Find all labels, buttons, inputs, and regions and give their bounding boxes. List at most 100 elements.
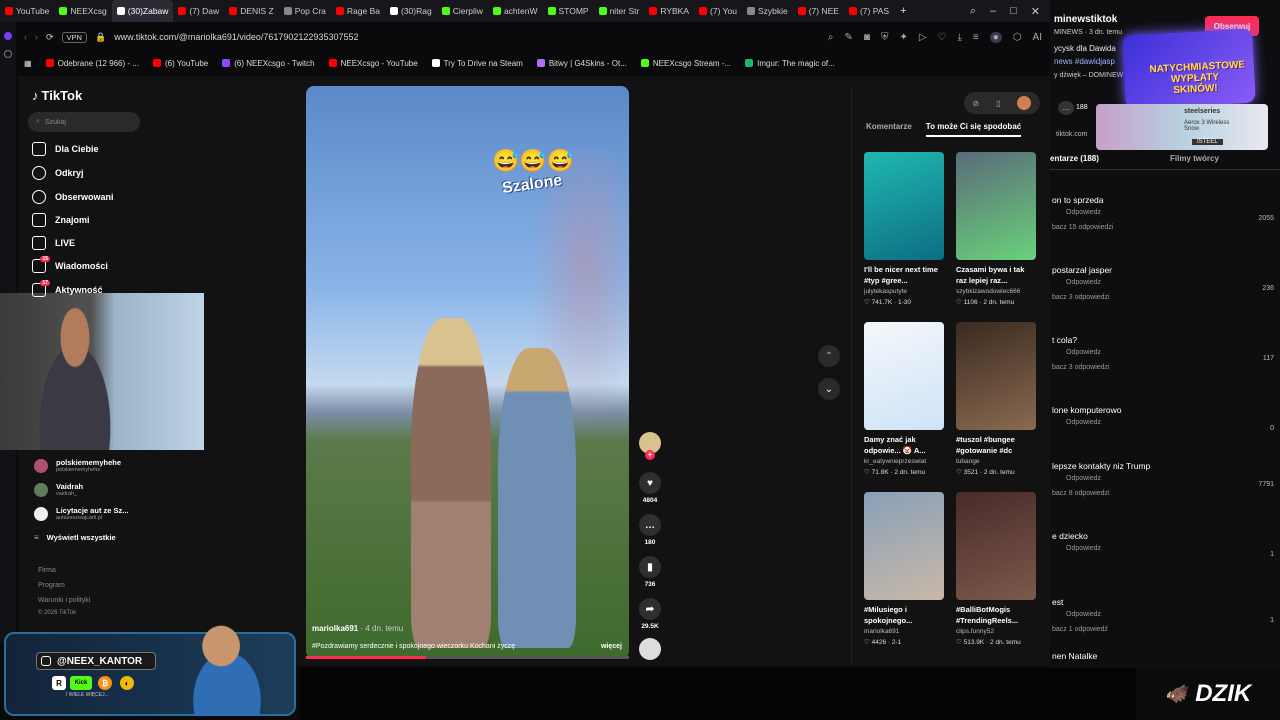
- play-icon[interactable]: ▷: [919, 32, 927, 43]
- view-replies-link[interactable]: bacz 1 odpowiedź: [1050, 626, 1280, 633]
- browser-tab[interactable]: Szybkie: [742, 0, 793, 22]
- apps-grid-icon[interactable]: ▦: [24, 59, 32, 68]
- view-replies-link[interactable]: bacz 8 odpowiedzi: [1050, 490, 1280, 497]
- bookmark-item[interactable]: Bitwy | G4Skins - Ot...: [536, 59, 627, 68]
- previous-video-button[interactable]: ⌃: [818, 345, 840, 367]
- close-icon[interactable]: ✕: [1031, 5, 1040, 18]
- suggested-video-card[interactable]: #tuszol #bungee #gotowanie #dc tubange ♡ 3…: [956, 322, 1036, 476]
- comment-like-count[interactable]: 0: [1270, 425, 1274, 432]
- camera-icon[interactable]: ◙: [864, 32, 870, 43]
- browser-tab[interactable]: RYBKA: [644, 0, 694, 22]
- nav-item[interactable]: Dla Ciebie: [32, 142, 99, 156]
- bookmark-item[interactable]: (6) YouTube: [152, 59, 208, 68]
- following-item[interactable]: polskiememyhehe polskiememyhehe: [34, 458, 121, 473]
- workspace-icon[interactable]: [4, 50, 12, 58]
- comment-like-count[interactable]: 2055: [1258, 215, 1274, 222]
- browser-tab[interactable]: Cierpliw: [437, 0, 488, 22]
- user-avatar[interactable]: [1017, 96, 1032, 110]
- search-input[interactable]: ⌕ Szukaj: [28, 112, 140, 132]
- nav-item[interactable]: LIVE: [32, 236, 75, 250]
- browser-tab[interactable]: STOMP: [543, 0, 594, 22]
- bookmark-item[interactable]: NEEXcsgo - YouTube: [328, 59, 418, 68]
- browser-tab[interactable]: (7) NEE: [793, 0, 844, 22]
- opera-icon[interactable]: [4, 32, 12, 40]
- tab-comments[interactable]: Komentarze: [866, 122, 912, 137]
- browser-tab[interactable]: YouTube: [0, 0, 54, 22]
- reply-link[interactable]: Odpowiedz: [1050, 209, 1280, 216]
- view-replies-link[interactable]: bacz 15 odpowiedzi: [1050, 224, 1280, 231]
- browser-tab[interactable]: achtenW: [488, 0, 543, 22]
- minimize-icon[interactable]: –: [990, 5, 996, 18]
- comment-icon[interactable]: …: [1058, 101, 1074, 115]
- back-icon[interactable]: ‹: [24, 32, 27, 42]
- reply-link[interactable]: Odpowiedz: [1050, 545, 1280, 552]
- suggested-video-card[interactable]: #BalliBotMogis #TrendingReels... clips.fu…: [956, 492, 1036, 646]
- footer-link[interactable]: Program: [38, 582, 65, 589]
- next-video-button[interactable]: ⌄: [818, 378, 840, 400]
- video-author[interactable]: mariolka691 · 4 dn. temu: [312, 624, 403, 633]
- forward-icon[interactable]: ›: [35, 32, 38, 42]
- browser-tab[interactable]: (30)Rag: [385, 0, 437, 22]
- browser-tab[interactable]: Pop Cra: [279, 0, 331, 22]
- bookmark-item[interactable]: Try To Drive na Steam: [431, 59, 523, 68]
- more-link[interactable]: więcej: [601, 643, 622, 650]
- comment-like-count[interactable]: 1: [1270, 617, 1274, 624]
- browser-tab[interactable]: niter Str: [594, 0, 645, 22]
- following-item[interactable]: Vaidrah vaidrah_: [34, 482, 83, 497]
- suggested-video-card[interactable]: Damy znać jak odpowie... 🤡 A... kr_eatywn…: [864, 322, 944, 476]
- reply-link[interactable]: Odpowiedz: [1050, 419, 1280, 426]
- compass-icon[interactable]: ⊘: [972, 99, 979, 108]
- channel-name[interactable]: minewstiktok: [1054, 14, 1117, 25]
- footer-link[interactable]: Warunki i polityki: [38, 597, 90, 604]
- sound-line[interactable]: y dźwięk – DOMINEW: [1054, 72, 1123, 79]
- comment-like-count[interactable]: 236: [1262, 285, 1274, 292]
- browser-tab[interactable]: (7) You: [694, 0, 742, 22]
- url-field[interactable]: www.tiktok.com/@mariolka691/video/761790…: [114, 32, 820, 42]
- author-avatar-button[interactable]: +: [638, 432, 662, 460]
- browser-tab[interactable]: (30)Zabaw: [111, 0, 174, 22]
- download-icon[interactable]: ⤓: [958, 32, 962, 43]
- tiktok-short-url[interactable]: tiktok.com: [1056, 131, 1088, 138]
- bookmark-item[interactable]: Odebrane (12 966) - ...: [45, 59, 139, 68]
- nav-item[interactable]: 15 Wiadomości: [32, 256, 108, 273]
- comment-button[interactable]: … 180: [638, 514, 662, 546]
- sound-disc-button[interactable]: [638, 638, 662, 663]
- menu-icon[interactable]: ≡: [973, 32, 979, 43]
- share-button[interactable]: ➦ 29.5K: [638, 598, 662, 630]
- show-all-following[interactable]: ≡ Wyświetl wszystkie: [34, 533, 116, 542]
- browser-tab[interactable]: NEEXcsg: [54, 0, 111, 22]
- bookmark-item[interactable]: Imgur: The magic of...: [745, 59, 835, 68]
- reply-link[interactable]: Odpowiedz: [1050, 611, 1280, 618]
- tab-overlay-creator-videos[interactable]: Filmy twórcy: [1170, 154, 1219, 163]
- desc-line-2[interactable]: news #dawidjasp: [1054, 57, 1115, 66]
- vpn-badge[interactable]: VPN: [61, 31, 87, 43]
- ai-button[interactable]: AI: [1033, 32, 1042, 43]
- tab-you-may-like[interactable]: To może Ci się spodobać: [925, 122, 1022, 137]
- browser-tab[interactable]: (7) Daw: [173, 0, 224, 22]
- box-icon[interactable]: ⬡: [1013, 32, 1022, 43]
- reload-icon[interactable]: ⟳: [46, 32, 54, 43]
- reply-link[interactable]: Odpowiedz: [1050, 349, 1280, 356]
- search-icon[interactable]: ⌕: [828, 32, 834, 43]
- suggested-video-card[interactable]: Czasami bywa i tak raz lepiej raz... szyb…: [956, 152, 1036, 306]
- nav-item[interactable]: Odkryj: [32, 166, 84, 180]
- tiktok-logo[interactable]: ♪ TikTok: [32, 88, 82, 103]
- following-item[interactable]: Licytacje aut ze Sz... autazeszwajcarii.p…: [34, 506, 129, 521]
- comment-like-count[interactable]: 1: [1270, 551, 1274, 558]
- extension-icon[interactable]: ✦: [899, 32, 907, 43]
- new-tab-icon[interactable]: +: [894, 5, 912, 17]
- search-icon[interactable]: ⌕: [970, 5, 976, 18]
- browser-tab[interactable]: (7) PAS: [844, 0, 894, 22]
- comment-like-count[interactable]: 7791: [1258, 481, 1274, 488]
- like-button[interactable]: ♥ 4804: [638, 472, 662, 504]
- view-replies-link[interactable]: bacz 3 odpowiedzi: [1050, 294, 1280, 301]
- comment-like-count[interactable]: 117: [1263, 355, 1274, 362]
- nav-item[interactable]: Obserwowani: [32, 190, 114, 204]
- bookmark-item[interactable]: NEEXcsgo Stream -...: [640, 59, 731, 68]
- heart-icon[interactable]: ♡: [938, 32, 947, 43]
- nav-item[interactable]: 17 Aktywność: [32, 280, 103, 297]
- browser-tab[interactable]: DENIS Z: [224, 0, 279, 22]
- tab-overlay-comments[interactable]: entarze (188): [1050, 154, 1170, 163]
- reply-link[interactable]: Odpowiedz: [1050, 475, 1280, 482]
- footer-link[interactable]: Firma: [38, 567, 56, 574]
